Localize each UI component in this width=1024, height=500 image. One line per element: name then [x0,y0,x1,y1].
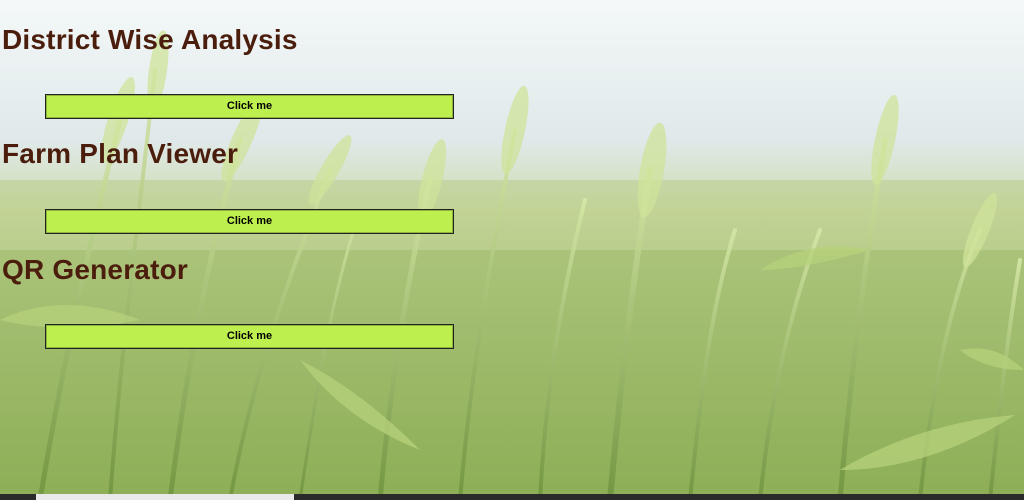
horizontal-scrollbar-thumb[interactable] [36,494,294,500]
farm-plan-viewer-button[interactable]: Click me [45,209,454,234]
page: District Wise Analysis Click me Farm Pla… [0,0,1024,500]
district-wise-analysis-button[interactable]: Click me [45,94,454,119]
section-title-district-wise-analysis: District Wise Analysis [2,24,298,55]
section-title-qr-generator: QR Generator [2,254,188,285]
qr-generator-button[interactable]: Click me [45,324,454,349]
section-title-farm-plan-viewer: Farm Plan Viewer [2,138,239,169]
wheat-field-background [0,0,1024,500]
